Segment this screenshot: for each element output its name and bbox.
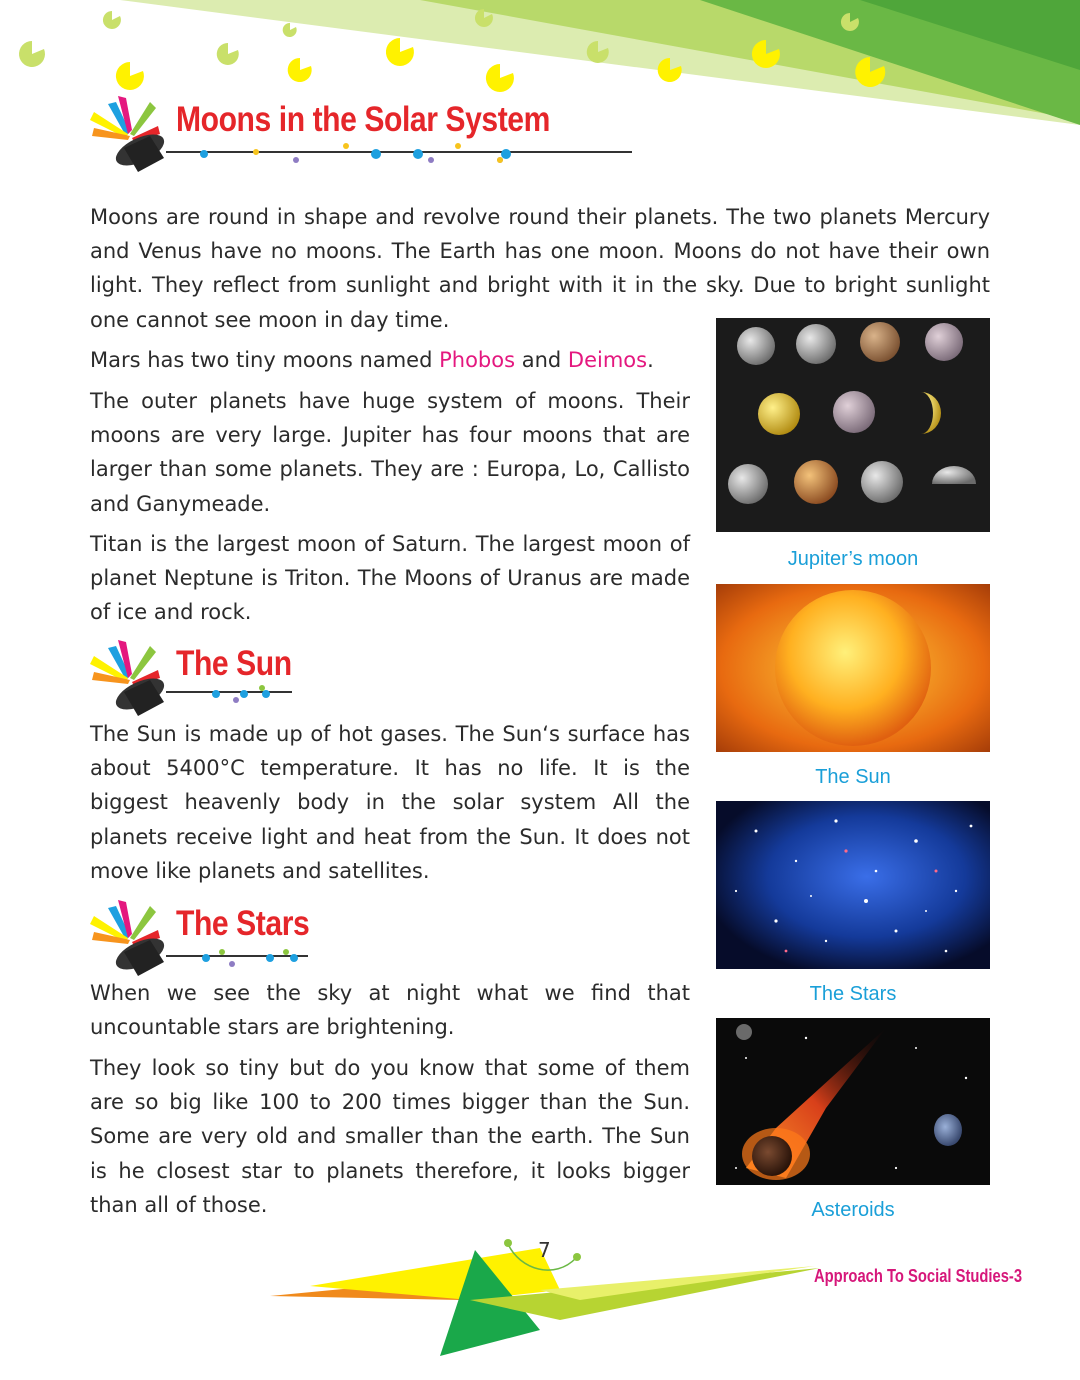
section-heading-moons: Moons in the Solar System: [88, 96, 632, 176]
caption-the-sun: The Sun: [815, 766, 891, 788]
section-heading-stars: The Stars: [88, 900, 318, 980]
heading-underline: [166, 685, 292, 703]
heading-underline: [166, 949, 308, 967]
magic-hat-icon: [90, 900, 165, 976]
stars-paragraph-2: They look so tiny but do you know that s…: [90, 1056, 690, 1217]
stars-paragraph-1: When we see the sky at night what we fin…: [90, 981, 690, 1040]
moons-paragraph-4: Titan is the largest moon of Saturn. The…: [90, 532, 690, 625]
phobos-term: Phobos: [439, 348, 516, 372]
asteroids-image: [716, 1018, 990, 1185]
moons-paragraph-1: Moons are round in shape and revolve rou…: [90, 205, 990, 332]
section-heading-sun: The Sun: [88, 640, 298, 720]
moons-paragraph-3: The outer planets have huge system of mo…: [90, 389, 690, 516]
sun-image: [716, 584, 990, 752]
moons-paragraph-2: Mars has two tiny moons named Phobos and…: [90, 343, 690, 377]
and-text: and: [515, 348, 568, 372]
period-text: .: [647, 348, 654, 372]
book-title: Approach To Social Studies-3: [814, 1266, 1023, 1286]
stars-image: [716, 801, 990, 969]
caption-the-stars: The Stars: [809, 983, 897, 1005]
jupiter-moons-image: [716, 318, 990, 532]
caption-jupiter-moon: Jupiter’s moon: [787, 548, 919, 570]
page-number: 7: [538, 1238, 551, 1262]
mars-moons-text: Mars has two tiny moons named: [90, 348, 440, 372]
deimos-term: Deimos: [567, 348, 648, 372]
magic-hat-icon: [90, 96, 165, 172]
caption-asteroids: Asteroids: [811, 1199, 895, 1221]
heading-underline: [166, 143, 632, 163]
sun-paragraph-1: The Sun is made up of hot gases. The Sun…: [90, 722, 690, 883]
magic-hat-icon: [90, 640, 165, 716]
